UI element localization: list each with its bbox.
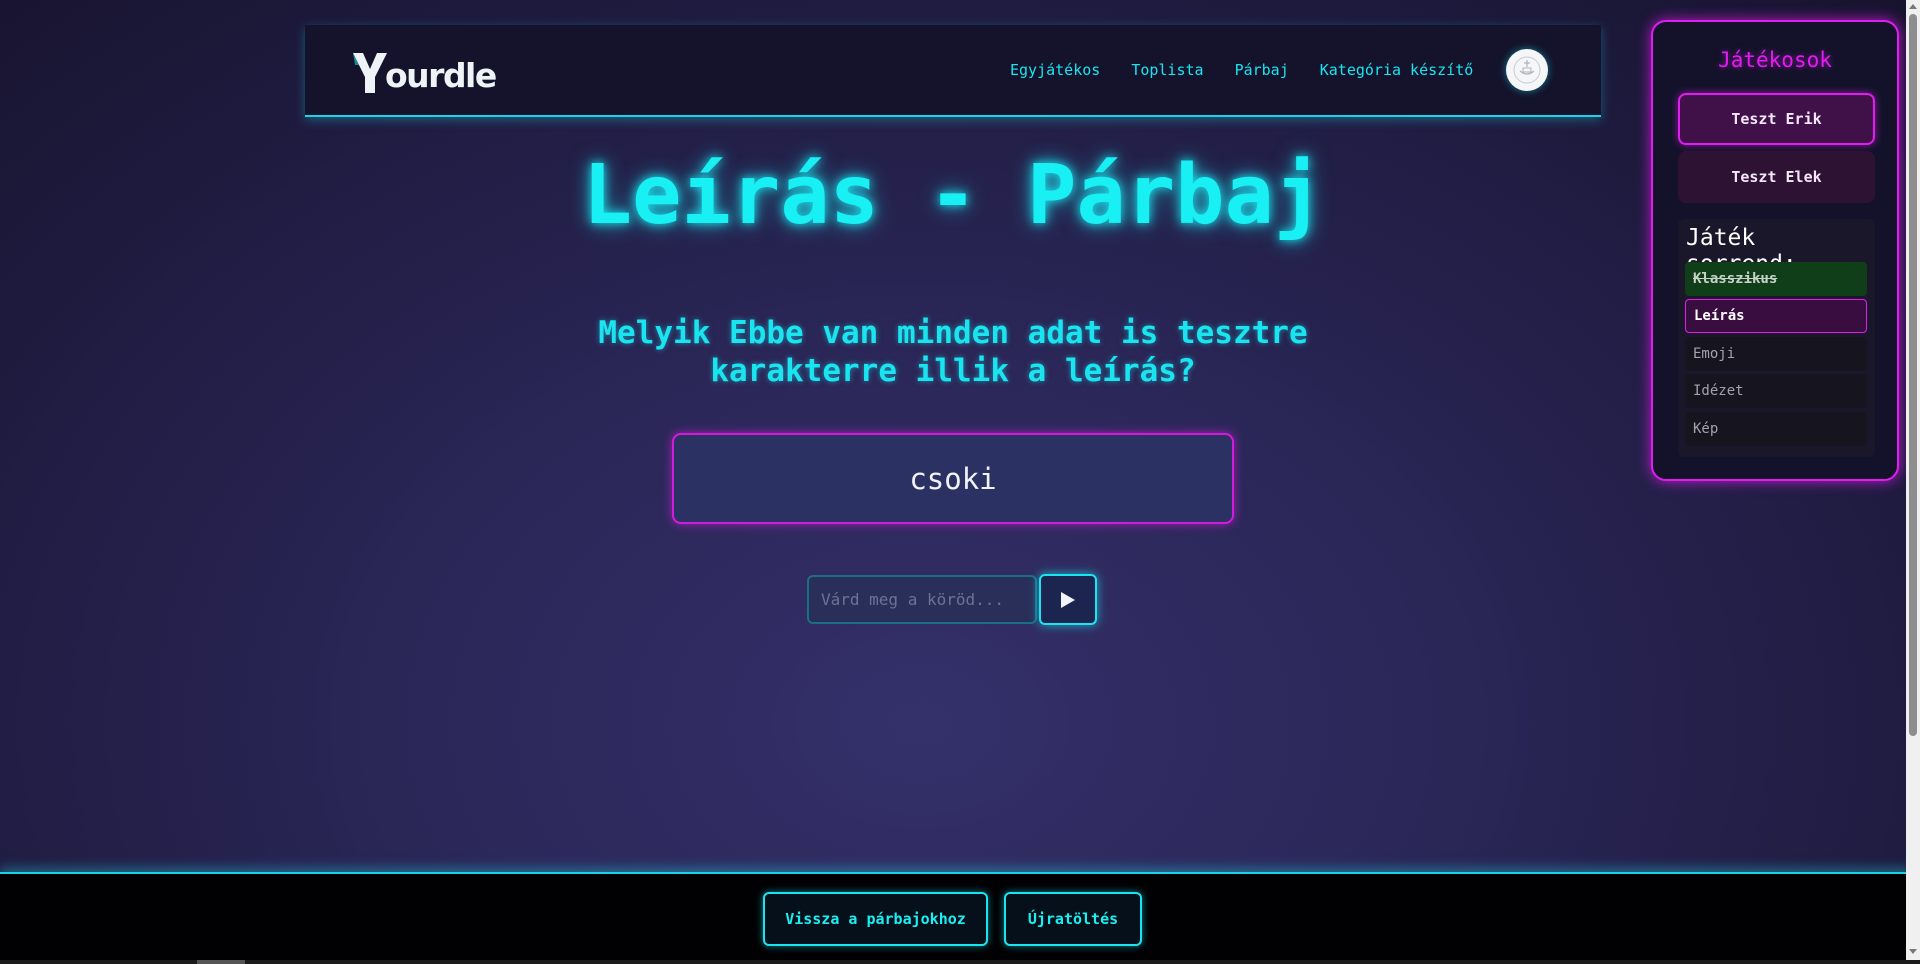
nav-link-leaderboard[interactable]: Toplista [1131,61,1203,79]
game-order-item-image: Kép [1685,412,1867,446]
reload-button[interactable]: Újratöltés [1004,892,1142,946]
back-to-duels-button[interactable]: Vissza a párbajokhoz [763,892,988,946]
page-title: Leírás - Párbaj [582,148,1324,243]
horizontal-scrollbar[interactable] [0,960,1920,964]
vertical-scrollbar[interactable] [1906,0,1920,960]
vertical-scroll-thumb[interactable] [1909,14,1917,736]
logo-y-mark-icon [353,53,387,93]
players-panel: Játékosok Teszt Erik Teszt Elek Játék so… [1651,20,1899,481]
play-icon [1061,591,1075,608]
game-order-item-description: Leírás [1685,299,1867,333]
nav-link-duel[interactable]: Párbaj [1235,61,1289,79]
submit-guess-button[interactable] [1039,574,1097,625]
question-line-1: Melyik Ebbe van minden adat is tesztre [598,315,1308,351]
game-order-item-quote: Idézet [1685,374,1867,408]
nav-link-category-creator[interactable]: Kategória készítő [1320,61,1474,79]
player-name: Teszt Erik [1731,110,1822,128]
nav-link-singleplayer[interactable]: Egyjátékos [1010,61,1100,79]
user-avatar[interactable] [1506,49,1548,91]
top-navbar: ourdle Egyjátékos Toplista Párbaj Kategó… [305,25,1601,117]
scroll-up-arrow-icon[interactable] [1909,4,1917,9]
main-nav: Egyjátékos Toplista Párbaj Kategória kés… [1010,61,1473,79]
avatar-emblem-icon [1513,56,1541,84]
yourdle-logo[interactable]: ourdle [351,47,497,95]
player-card[interactable]: Teszt Elek [1678,151,1875,203]
player-card-active[interactable]: Teszt Erik [1678,93,1875,145]
description-hint-text: csoki [909,461,997,496]
description-hint-card: csoki [672,433,1234,524]
player-name: Teszt Elek [1731,168,1822,186]
horizontal-scroll-thumb[interactable] [197,960,245,964]
question-text: Melyik Ebbe van minden adat is tesztre k… [570,314,1336,390]
question-line-2: karakterre illik a leírás? [710,353,1196,389]
game-order-box: Játék sorrend: Klasszikus Leírás Emoji I… [1678,219,1875,457]
footer-bar: Vissza a párbajokhoz Újratöltés [0,872,1912,960]
guess-input[interactable] [807,575,1037,624]
game-order-item-emoji: Emoji [1685,337,1867,371]
game-order-item-classic: Klasszikus [1685,262,1867,296]
logo-text: ourdle [385,56,497,95]
scroll-down-arrow-icon[interactable] [1909,949,1917,954]
players-panel-title: Játékosok [1718,48,1832,72]
